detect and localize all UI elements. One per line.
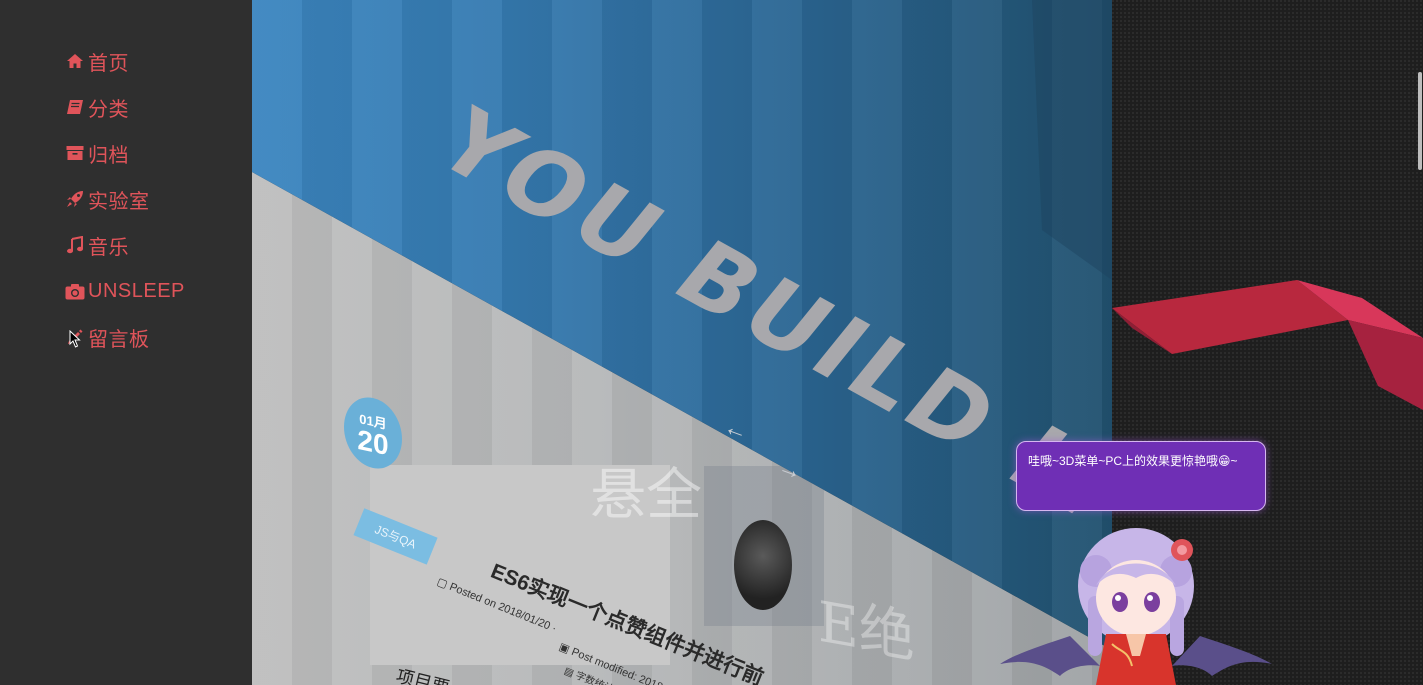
post-day: 20 (357, 423, 389, 461)
menu-item-home[interactable]: 首页 (64, 38, 185, 84)
menu-item-label: 归档 (88, 144, 129, 167)
waifu-message: 哇哦~3D菜单~PC上的效果更惊艳哦😁~ (1028, 454, 1238, 468)
background-heading-right: E绝 (818, 589, 915, 672)
menu-item-label: 实验室 (88, 190, 150, 213)
archive-icon (64, 142, 86, 164)
decorative-ribbon (1112, 280, 1423, 410)
menu-item-guestbook[interactable]: 留言板 (64, 314, 185, 360)
menu-item-label: 首页 (88, 52, 129, 75)
waifu-character[interactable] (1000, 526, 1272, 685)
author-avatar[interactable] (734, 520, 792, 610)
menu-item-label: 音乐 (88, 236, 129, 259)
menu-item-music[interactable]: 音乐 (64, 222, 185, 268)
book-icon (64, 96, 86, 118)
camera-icon (64, 280, 86, 302)
menu-item-unsleep[interactable]: UNSLEEP (64, 268, 185, 314)
home-icon (64, 50, 86, 72)
music-icon (64, 234, 86, 256)
sidebar-menu: 首页 分类 归档 实验室 音乐 UNSLEEP 留言板 (0, 0, 252, 685)
menu-item-label: 分类 (88, 98, 129, 121)
menu-item-categories[interactable]: 分类 (64, 84, 185, 130)
rocket-icon (64, 188, 86, 210)
menu-item-archive[interactable]: 归档 (64, 130, 185, 176)
menu-item-lab[interactable]: 实验室 (64, 176, 185, 222)
background-heading-left: 悬全 (590, 463, 702, 528)
waifu-speech-bubble: 哇哦~3D菜单~PC上的效果更惊艳哦😁~ (1016, 441, 1266, 511)
page-scrollbar[interactable] (1417, 0, 1423, 685)
menu-item-label: 留言板 (88, 328, 150, 351)
scrollbar-thumb[interactable] (1418, 72, 1422, 170)
menu-item-label: UNSLEEP (88, 279, 185, 302)
nav-menu: 首页 分类 归档 实验室 音乐 UNSLEEP 留言板 (64, 38, 185, 360)
mouse-cursor-icon (69, 330, 81, 348)
